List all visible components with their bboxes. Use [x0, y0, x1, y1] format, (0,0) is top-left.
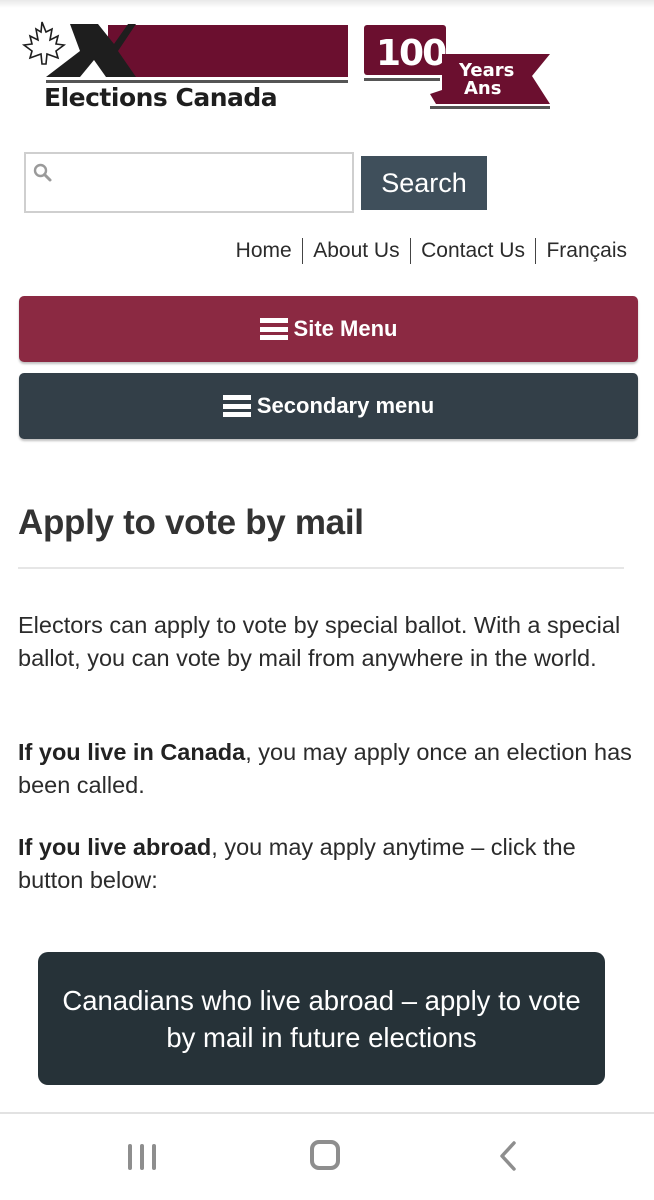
- home-icon[interactable]: [310, 1140, 340, 1170]
- link-separator: [301, 238, 304, 264]
- intro-paragraph: Electors can apply to vote by special ba…: [18, 612, 621, 671]
- hamburger-icon: [222, 395, 251, 417]
- abroad-emphasis: If you live abroad: [18, 834, 212, 860]
- link-separator: [534, 238, 537, 264]
- anniversary-number: 100: [376, 33, 446, 74]
- search-input[interactable]: [26, 154, 352, 211]
- site-menu-button[interactable]: Site Menu: [19, 296, 638, 362]
- home-link[interactable]: Home: [236, 239, 292, 263]
- canada-emphasis: If you live in Canada: [18, 739, 246, 765]
- back-icon[interactable]: [496, 1140, 522, 1172]
- page-title: Apply to vote by mail: [18, 503, 364, 542]
- logo-graphic: Elections Canada 100 Years Ans: [21, 21, 550, 112]
- recents-icon[interactable]: [128, 1144, 156, 1170]
- link-separator: [409, 238, 412, 264]
- elections-canada-logo[interactable]: Elections Canada 100 Years Ans: [18, 14, 558, 114]
- search-field[interactable]: [24, 152, 354, 213]
- secondary-menu-label: Secondary menu: [256, 393, 435, 418]
- abroad-paragraph: If you live abroad, you may apply anytim…: [18, 831, 638, 897]
- title-divider: [18, 567, 624, 569]
- secondary-menu-button[interactable]: Secondary menu: [19, 373, 638, 439]
- logo-wordmark: Elections Canada: [44, 83, 277, 112]
- contact-us-link[interactable]: Contact Us: [421, 239, 525, 263]
- hamburger-icon: [259, 318, 288, 340]
- canada-paragraph: If you live in Canada, you may apply onc…: [18, 736, 638, 802]
- status-bar-shade: [0, 0, 654, 8]
- search-button[interactable]: Search: [361, 156, 487, 210]
- apply-abroad-label: Canadians who live abroad – apply to vot…: [62, 984, 581, 1053]
- about-us-link[interactable]: About Us: [313, 239, 399, 263]
- utility-nav: Home About Us Contact Us Français: [236, 238, 627, 264]
- logo-maroon-bar: [108, 25, 348, 77]
- francais-link[interactable]: Français: [546, 239, 627, 263]
- site-menu-label: Site Menu: [293, 316, 398, 341]
- system-navigation-bar: [0, 1114, 654, 1200]
- anniversary-ans: Ans: [464, 78, 501, 99]
- maple-leaf-icon: [21, 21, 67, 65]
- apply-abroad-button[interactable]: Canadians who live abroad – apply to vot…: [38, 952, 605, 1085]
